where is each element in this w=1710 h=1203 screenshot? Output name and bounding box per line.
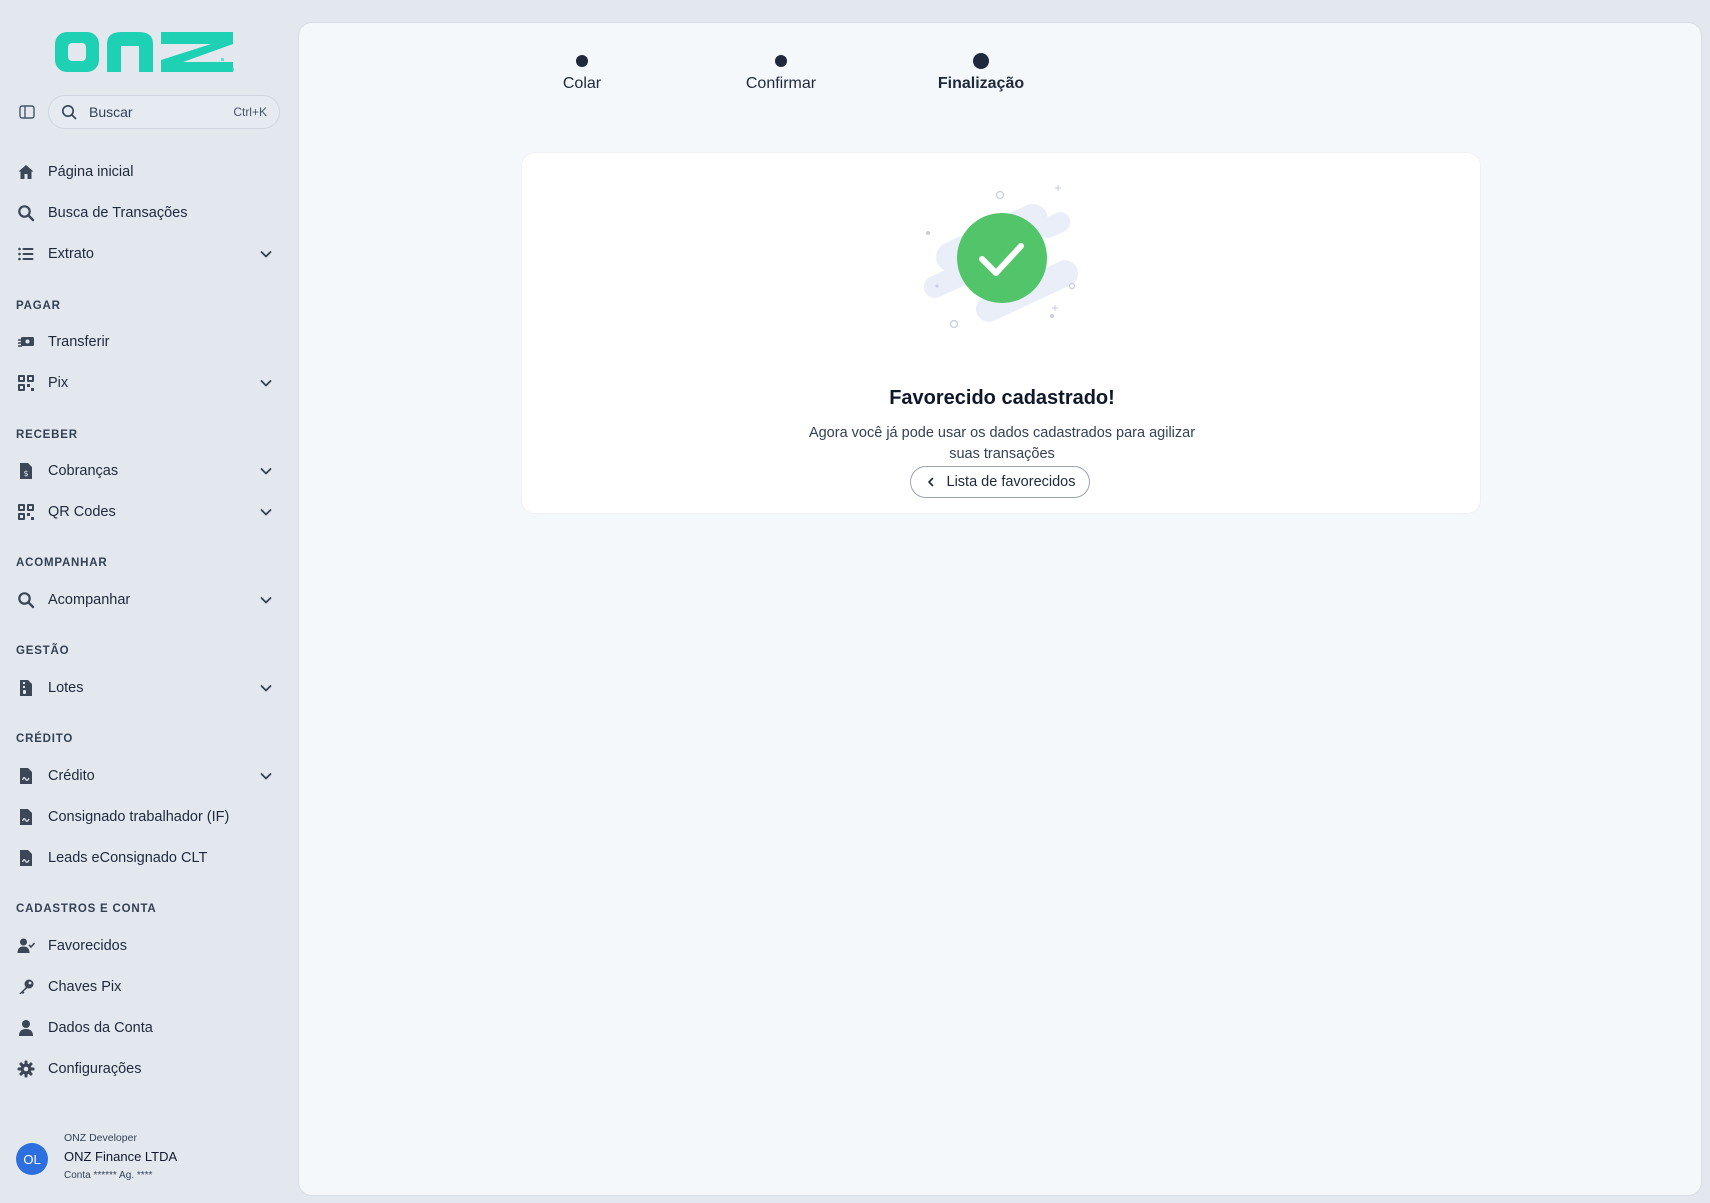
chevron-down-icon [260, 773, 272, 780]
step-paste: Colar [502, 55, 662, 93]
list-icon [16, 244, 36, 264]
sidebar-toggle-icon[interactable] [18, 103, 38, 123]
home-icon [16, 162, 36, 182]
svg-text:$: $ [23, 469, 28, 478]
file-zip-icon [16, 678, 36, 698]
user-icon [16, 1018, 36, 1038]
search-icon [16, 203, 36, 223]
sidebar-item-pix[interactable]: Pix [16, 367, 280, 399]
sidebar-item-transfer[interactable]: Transferir [16, 326, 280, 358]
success-check-icon [923, 185, 1079, 329]
section-credit: CRÉDITO [16, 733, 74, 745]
step-label: Finalização [937, 75, 1025, 92]
sidebar-item-leads[interactable]: Leads eConsignado CLT [16, 842, 280, 874]
file-signature-icon [16, 807, 36, 827]
success-message: Agora você já pode usar os dados cadastr… [808, 425, 1196, 462]
search-icon [62, 105, 77, 120]
sidebar-item-label: Busca de Transações [48, 205, 188, 221]
sidebar-item-payroll[interactable]: Consignado trabalhador (IF) [16, 801, 280, 833]
key-icon [16, 977, 36, 997]
chevron-down-icon [260, 685, 272, 692]
onz-logo[interactable] [55, 22, 235, 76]
chevron-left-icon [927, 477, 933, 487]
main-panel: Colar Confirmar Finalização Favorecido c… [298, 22, 1702, 1196]
payees-list-label: Lista de favorecidos [946, 474, 1076, 490]
search-input[interactable]: Buscar Ctrl+K [48, 95, 280, 129]
file-signature-icon [16, 766, 36, 786]
step-finish: Finalização [901, 53, 1061, 93]
sidebar-item-settings[interactable]: Configurações [16, 1053, 280, 1085]
sidebar-item-statement[interactable]: Extrato [16, 238, 280, 270]
avatar: OL [16, 1143, 48, 1175]
sidebar-item-label: Extrato [48, 246, 94, 262]
sidebar-item-credit[interactable]: Crédito [16, 760, 280, 792]
stepper: Colar Confirmar Finalização [299, 23, 1703, 133]
section-pay: PAGAR [16, 300, 61, 312]
chevron-down-icon [260, 509, 272, 516]
step-label: Colar [562, 75, 602, 92]
qr-grid-icon [16, 373, 36, 393]
chevron-down-icon [260, 468, 272, 475]
section-accounts: CADASTROS E CONTA [16, 903, 157, 915]
sidebar-item-account-data[interactable]: Dados da Conta [16, 1012, 280, 1044]
sidebar-item-label: Crédito [48, 768, 95, 784]
chevron-down-icon [260, 597, 272, 604]
qr-grid-icon [16, 502, 36, 522]
step-dot [576, 55, 588, 67]
sidebar-item-label: Configurações [48, 1061, 142, 1077]
sidebar-item-pix-keys[interactable]: Chaves Pix [16, 971, 280, 1003]
sidebar-item-label: Página inicial [48, 164, 134, 180]
sidebar-item-qrcodes[interactable]: QR Codes [16, 496, 280, 528]
sidebar-item-label: Transferir [48, 334, 110, 350]
user-account: Conta ****** Ag. **** [64, 1170, 153, 1181]
sidebar-item-label: Chaves Pix [48, 979, 122, 995]
chevron-down-icon [260, 251, 272, 258]
sidebar-item-label: QR Codes [48, 504, 116, 520]
sidebar-item-home[interactable]: Página inicial [16, 156, 280, 188]
section-receive: RECEBER [16, 429, 78, 441]
chevron-down-icon [260, 380, 272, 387]
sidebar: Buscar Ctrl+K Página inicial Busca de Tr… [0, 0, 297, 1203]
step-label: Confirmar [745, 75, 817, 92]
sidebar-item-label: Favorecidos [48, 938, 127, 954]
section-track: ACOMPANHAR [16, 557, 108, 569]
search-placeholder: Buscar [89, 104, 133, 120]
sidebar-item-label: Consignado trabalhador (IF) [48, 809, 230, 825]
sidebar-item-label: Leads eConsignado CLT [48, 850, 208, 866]
payees-list-button[interactable]: Lista de favorecidos [910, 466, 1090, 498]
step-dot [973, 53, 989, 69]
sidebar-item-payees[interactable]: Favorecidos [16, 930, 280, 962]
user-role: ONZ Developer [64, 1132, 137, 1144]
sidebar-item-label: Dados da Conta [48, 1020, 153, 1036]
user-profile[interactable]: OL ONZ Developer ONZ Finance LTDA Conta … [16, 1130, 280, 1184]
sidebar-item-label: Cobranças [48, 463, 119, 479]
invoice-dollar-icon: $ [16, 461, 36, 481]
step-confirm: Confirmar [701, 55, 861, 93]
sidebar-item-track[interactable]: Acompanhar [16, 584, 280, 616]
sidebar-item-transactions[interactable]: Busca de Transações [16, 197, 280, 229]
money-transfer-icon [16, 332, 36, 352]
success-title: Favorecido cadastrado! [889, 387, 1115, 409]
search-icon [16, 590, 36, 610]
sidebar-item-batches[interactable]: Lotes [16, 672, 280, 704]
sidebar-item-label: Lotes [48, 680, 84, 696]
sidebar-item-label: Pix [48, 375, 69, 391]
sidebar-item-charges[interactable]: $ Cobranças [16, 455, 280, 487]
user-check-icon [16, 936, 36, 956]
user-company: ONZ Finance LTDA [64, 1149, 178, 1164]
step-dot [775, 55, 787, 67]
gear-icon [16, 1059, 36, 1079]
sidebar-item-label: Acompanhar [48, 592, 131, 608]
success-card: Favorecido cadastrado! Agora você já pod… [521, 152, 1481, 514]
section-management: GESTÃO [16, 645, 70, 657]
file-signature-icon [16, 848, 36, 868]
search-shortcut: Ctrl+K [233, 105, 267, 119]
